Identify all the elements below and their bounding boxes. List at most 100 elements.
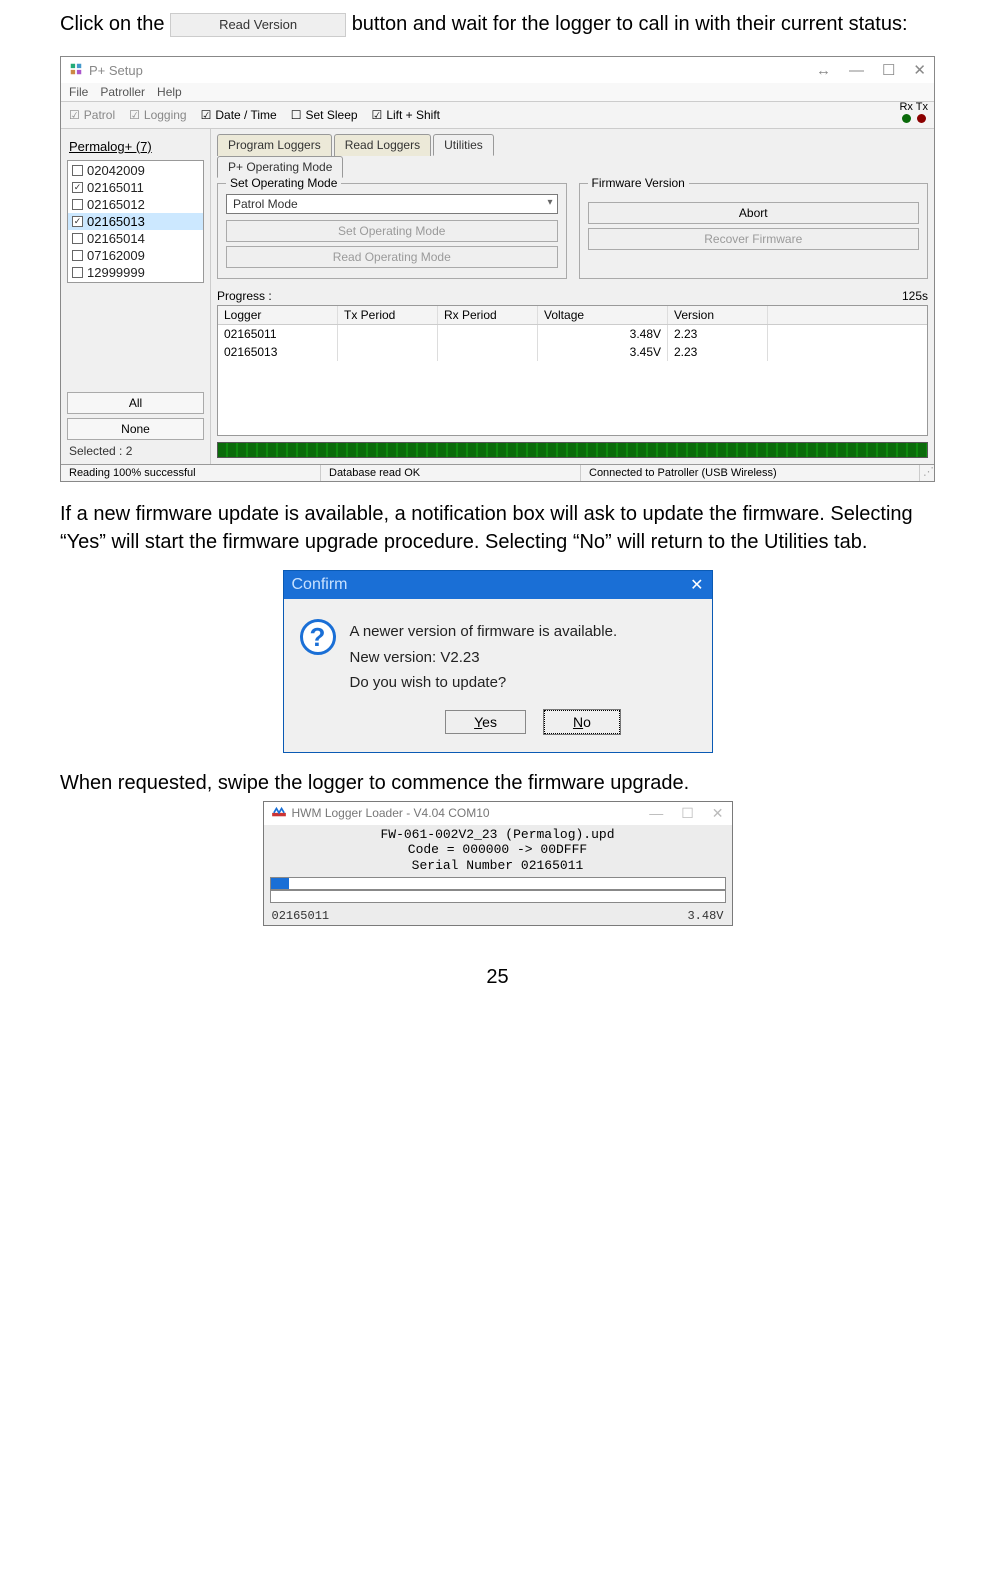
cb-datetime[interactable]: ☑Date / Time (201, 108, 277, 122)
loader-close-button[interactable]: ✕ (712, 805, 724, 822)
loader-maximize-button[interactable]: ☐ (681, 805, 694, 822)
tree-item[interactable]: 07162009 (68, 247, 203, 264)
tab-read-loggers[interactable]: Read Loggers (334, 134, 431, 156)
tree-item[interactable]: 02165012 (68, 196, 203, 213)
recover-firmware-button[interactable]: Recover Firmware (588, 228, 920, 250)
th-voltage[interactable]: Voltage (538, 306, 668, 324)
checkbox-icon[interactable] (72, 216, 83, 227)
abort-button[interactable]: Abort (588, 202, 920, 224)
th-rx[interactable]: Rx Period (438, 306, 538, 324)
progress-time: 125s (902, 289, 928, 303)
maximize-button[interactable]: ☐ (882, 61, 895, 79)
loader-line2: Code = 000000 -> 00DFFF (270, 842, 726, 858)
loader-window: HWM Logger Loader - V4.04 COM10 — ☐ ✕ FW… (263, 801, 733, 927)
question-icon: ? (300, 619, 336, 655)
page-number: 25 (60, 966, 935, 989)
confirm-line2: New version: V2.23 (350, 645, 618, 671)
table-header: Logger Tx Period Rx Period Voltage Versi… (218, 306, 927, 325)
confirm-line1: A newer version of firmware is available… (350, 619, 618, 645)
all-button[interactable]: All (67, 392, 204, 414)
swipe-paragraph: When requested, swipe the logger to comm… (60, 769, 935, 797)
table-row[interactable]: 02165013 3.45V 2.23 (218, 343, 927, 361)
progress-label: Progress : (217, 289, 272, 303)
set-mode-legend: Set Operating Mode (226, 176, 341, 190)
progress-label-row: Progress : 125s (217, 289, 928, 303)
confirm-title-text: Confirm (292, 576, 348, 594)
minimize-button[interactable]: — (849, 62, 864, 79)
confirm-message: A newer version of firmware is available… (350, 619, 618, 696)
table-row[interactable]: 02165011 3.48V 2.23 (218, 325, 927, 343)
toolbar: ☑Patrol ☑Logging ☑Date / Time ☐Set Sleep… (61, 102, 934, 129)
cb-setsleep[interactable]: ☐Set Sleep (291, 108, 358, 122)
progress-bar (217, 442, 928, 458)
th-version[interactable]: Version (668, 306, 768, 324)
loader-titlebar: HWM Logger Loader - V4.04 COM10 — ☐ ✕ (264, 802, 732, 825)
checkbox-icon[interactable] (72, 267, 83, 278)
mode-dropdown[interactable]: Patrol Mode (226, 194, 558, 214)
close-button[interactable]: ✕ (913, 61, 926, 79)
no-button[interactable]: No (544, 710, 620, 734)
loader-bottom-id: 02165011 (272, 909, 330, 923)
cb-logging[interactable]: ☑Logging (129, 108, 186, 122)
menubar: File Patroller Help (61, 83, 934, 102)
sub-tabs: P+ Operating Mode (217, 155, 928, 177)
loader-line3: Serial Number 02165011 (270, 858, 726, 874)
tab-operating-mode[interactable]: P+ Operating Mode (217, 156, 343, 178)
cb-patrol[interactable]: ☑Patrol (69, 108, 115, 122)
loader-app-icon (272, 806, 286, 821)
main-tabs: Program Loggers Read Loggers Utilities (217, 133, 928, 155)
tab-utilities[interactable]: Utilities (433, 134, 494, 156)
th-tx[interactable]: Tx Period (338, 306, 438, 324)
confirm-line3: Do you wish to update? (350, 670, 618, 696)
sidebar: Permalog+ (7) 02042009 02165011 02165012… (61, 129, 211, 464)
sidebar-title[interactable]: Permalog+ (7) (67, 135, 204, 158)
app-icon (69, 62, 83, 79)
selected-count: Selected : 2 (67, 440, 204, 460)
checkbox-icon[interactable] (72, 233, 83, 244)
firmware-legend: Firmware Version (588, 176, 689, 190)
tab-program-loggers[interactable]: Program Loggers (217, 134, 332, 156)
read-version-button[interactable]: Read Version (170, 13, 346, 37)
loader-progress-bar-2 (270, 890, 726, 903)
checkbox-icon[interactable] (72, 199, 83, 210)
tx-led-icon (917, 114, 926, 123)
results-table: Logger Tx Period Rx Period Voltage Versi… (217, 305, 928, 436)
intro-post: button and wait for the logger to call i… (352, 13, 908, 35)
checkbox-icon[interactable] (72, 182, 83, 193)
tree-item[interactable]: 02165014 (68, 230, 203, 247)
intro-pre: Click on the (60, 13, 165, 35)
none-button[interactable]: None (67, 418, 204, 440)
status-connection: Connected to Patroller (USB Wireless) (581, 465, 920, 481)
read-operating-mode-button[interactable]: Read Operating Mode (226, 246, 558, 268)
menu-patroller[interactable]: Patroller (100, 85, 145, 99)
statusbar: Reading 100% successful Database read OK… (61, 464, 934, 481)
tree-item[interactable]: 02165011 (68, 179, 203, 196)
loader-progress-bar (270, 877, 726, 890)
logger-tree[interactable]: 02042009 02165011 02165012 02165013 0216… (67, 160, 204, 283)
checkbox-icon[interactable] (72, 165, 83, 176)
tree-item[interactable]: 02165013 (68, 213, 203, 230)
loader-title-text: HWM Logger Loader - V4.04 COM10 (292, 806, 490, 820)
status-reading: Reading 100% successful (61, 465, 321, 481)
cb-liftshift[interactable]: ☑Lift + Shift (372, 108, 440, 122)
confirm-dialog: Confirm ✕ ? A newer version of firmware … (283, 570, 713, 753)
menu-help[interactable]: Help (157, 85, 182, 99)
intro-paragraph: Click on the Read Version button and wai… (60, 10, 935, 38)
loader-bottom-volt: 3.48V (687, 909, 723, 923)
titlebar: P+ Setup ↔ — ☐ ✕ (61, 57, 934, 83)
loader-minimize-button[interactable]: — (649, 805, 663, 822)
yes-button[interactable]: Yes (445, 710, 526, 734)
th-logger[interactable]: Logger (218, 306, 338, 324)
window-title: P+ Setup (89, 63, 143, 78)
checkbox-icon[interactable] (72, 250, 83, 261)
resize-grip-icon[interactable]: ⋰ (920, 465, 934, 481)
set-operating-mode-button[interactable]: Set Operating Mode (226, 220, 558, 242)
tree-item[interactable]: 02042009 (68, 162, 203, 179)
tree-item[interactable]: 12999999 (68, 264, 203, 281)
confirm-close-button[interactable]: ✕ (690, 575, 703, 595)
rx-led-icon (902, 114, 911, 123)
resize-arrows-icon[interactable]: ↔ (816, 62, 831, 79)
set-operating-mode-group: Set Operating Mode Patrol Mode Set Opera… (217, 183, 567, 279)
menu-file[interactable]: File (69, 85, 88, 99)
firmware-update-paragraph: If a new firmware update is available, a… (60, 500, 935, 556)
